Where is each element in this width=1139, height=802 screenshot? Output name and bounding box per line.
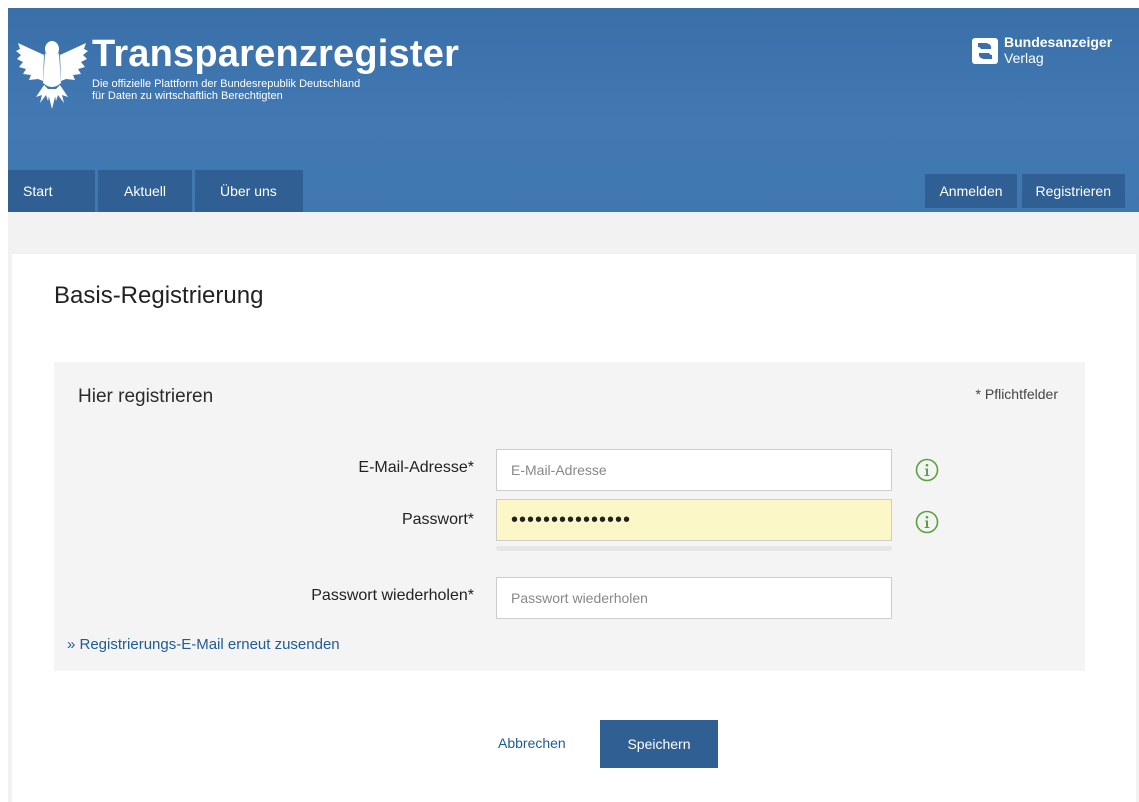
nav-item-aktuell[interactable]: Aktuell [98, 170, 192, 212]
main-content: Basis-Registrierung Hier registrieren * … [12, 254, 1136, 802]
page-title: Basis-Registrierung [54, 282, 264, 309]
cancel-link[interactable]: Abbrechen [498, 735, 566, 751]
required-fields-note: * Pflichtfelder [975, 386, 1058, 402]
save-button[interactable]: Speichern [600, 720, 718, 768]
account-nav: Anmelden Registrieren [925, 174, 1125, 208]
nav-item-ueber-uns[interactable]: Über uns [195, 170, 303, 212]
registration-form: Hier registrieren * Pflichtfelder E-Mail… [54, 362, 1085, 671]
password-label: Passwort* [401, 511, 474, 528]
site-subtitle-line-2: für Daten zu wirtschaftlich Berechtigten [92, 90, 283, 102]
site-header: Transparenzregister Die offizielle Platt… [8, 8, 1139, 212]
resend-email-link[interactable]: » Registrierungs-E-Mail erneut zusenden [67, 636, 340, 653]
password-repeat-label: Passwort wiederholen* [311, 587, 474, 604]
login-button[interactable]: Anmelden [925, 174, 1017, 208]
site-title[interactable]: Transparenzregister [92, 32, 459, 76]
site-subtitle: Die offizielle Plattform der Bundesrepub… [92, 78, 452, 102]
section-title: Hier registrieren [78, 386, 214, 407]
bundesanzeiger-logo-icon [972, 38, 998, 64]
publisher-name: Bundesanzeiger [1004, 34, 1113, 50]
password-strength-bar [496, 546, 892, 551]
main-nav: Start Aktuell Über uns [8, 170, 303, 212]
email-field[interactable] [496, 449, 892, 491]
site-subtitle-line-1: Die offizielle Plattform der Bundesrepub… [92, 78, 361, 90]
publisher-sub: Verlag [1004, 50, 1044, 66]
register-button[interactable]: Registrieren [1021, 174, 1125, 208]
page-background: Transparenzregister Die offizielle Platt… [8, 8, 1139, 802]
password-repeat-field[interactable] [496, 577, 892, 619]
federal-eagle-icon[interactable] [14, 33, 90, 113]
password-field[interactable] [496, 499, 892, 541]
nav-item-start[interactable]: Start [8, 170, 95, 212]
email-info-icon[interactable] [915, 458, 939, 482]
email-label: E-Mail-Adresse* [358, 459, 474, 476]
password-info-icon[interactable] [915, 510, 939, 534]
